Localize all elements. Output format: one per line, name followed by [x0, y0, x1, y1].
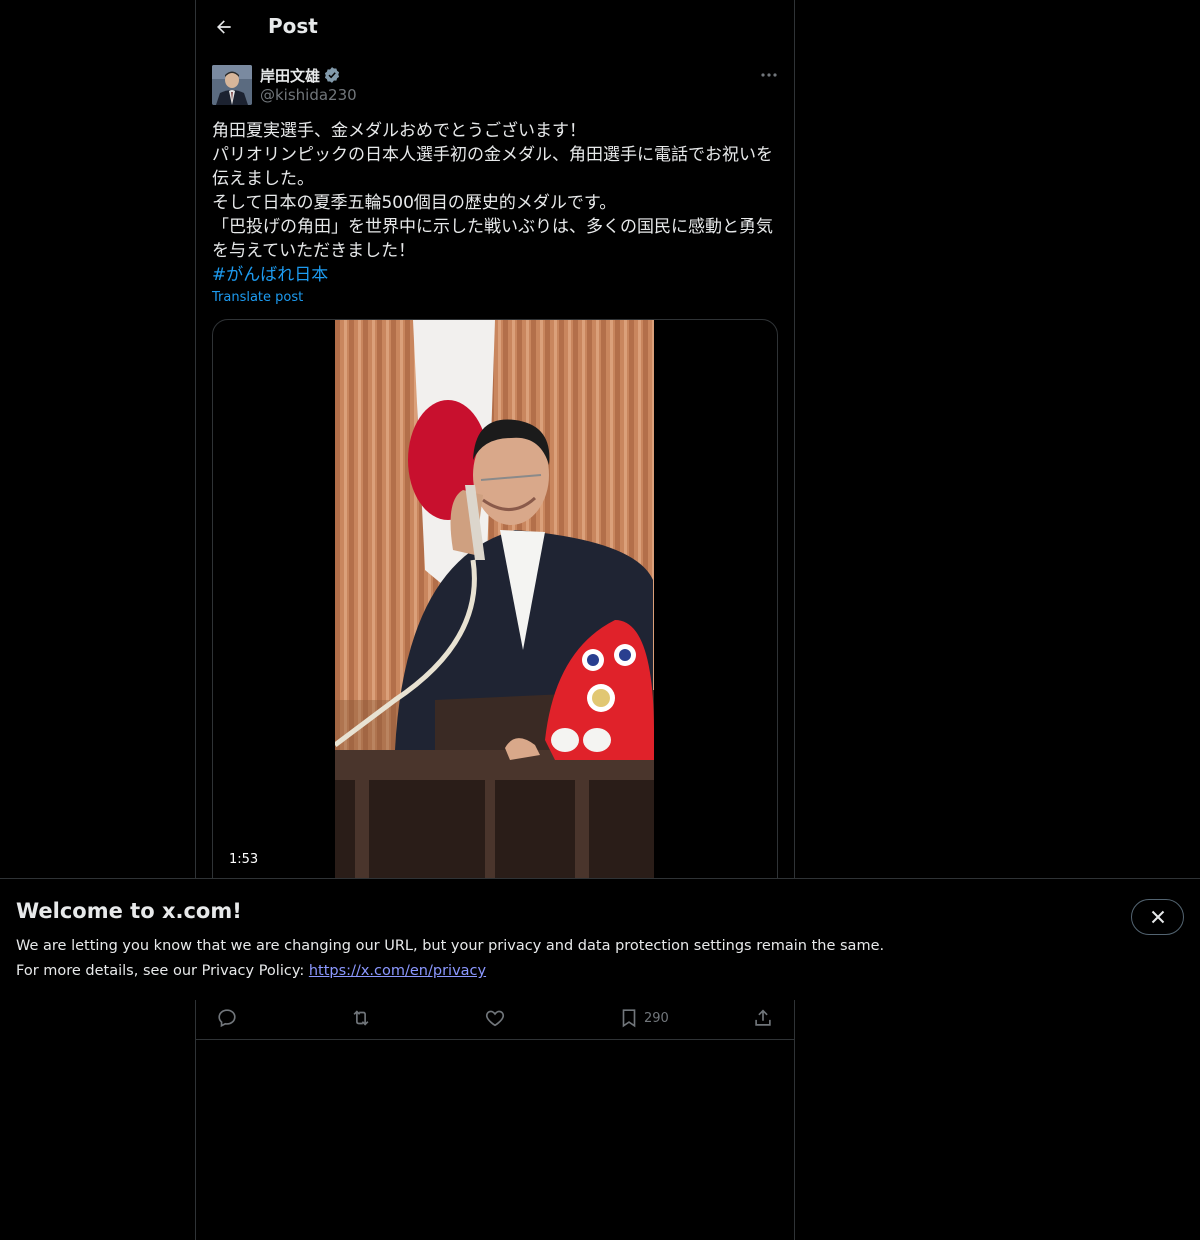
bookmark-count: 290 [644, 1010, 669, 1026]
main-column: Post 岸田文雄 @kishida230 角田夏実選手、金メダルおめでとうござ… [195, 0, 795, 1240]
back-arrow-icon [217, 20, 231, 34]
video-duration: 1:53 [221, 850, 267, 869]
tweet-text-line: を与えていただきました！ [212, 241, 416, 261]
tweet-text-line: パリオリンピックの日本人選手初の金メダル、角田選手に電話でお祝いを [212, 145, 773, 165]
banner-line-prefix: For more details, see our Privacy Policy… [16, 963, 309, 979]
reply-icon [218, 1009, 236, 1028]
tweet-text-line: そして日本の夏季五輪500個目の歴史的メダルです。 [212, 193, 617, 213]
page-title: Post [268, 14, 318, 38]
author-handle[interactable]: @kishida230 [260, 86, 357, 104]
avatar[interactable] [212, 65, 252, 105]
privacy-policy-link[interactable]: https://x.com/en/privacy [309, 963, 486, 979]
close-icon [1151, 910, 1164, 924]
bookmark-icon [622, 1009, 636, 1028]
close-banner-button[interactable] [1131, 899, 1184, 935]
heart-icon [485, 1010, 505, 1027]
author-name[interactable]: 岸田文雄 [260, 65, 320, 86]
video-frame [335, 320, 654, 898]
tweet-text-line: 「巴投げの角田」を世界中に示した戦いぶりは、多くの国民に感動と勇気 [212, 217, 773, 237]
banner-line: For more details, see our Privacy Policy… [16, 959, 1096, 984]
like-button[interactable] [484, 1002, 506, 1034]
repost-button[interactable] [350, 1002, 372, 1034]
divider [196, 1039, 794, 1040]
banner-title: Welcome to x.com! [16, 899, 242, 923]
share-button[interactable] [752, 1002, 774, 1034]
url-change-banner: Welcome to x.com! We are letting you kno… [0, 878, 1200, 1000]
banner-line: We are letting you know that we are chan… [16, 938, 885, 954]
tweet-actions: 290 [196, 998, 794, 1038]
hashtag-link[interactable]: #がんばれ日本 [212, 263, 782, 287]
verified-badge-icon [324, 67, 340, 83]
tweet-text: 角田夏実選手、金メダルおめでとうございます！ パリオリンピックの日本人選手初の金… [212, 119, 782, 287]
banner-message: We are letting you know that we are chan… [16, 934, 1096, 984]
video-player[interactable]: 1:53 [212, 319, 778, 899]
tweet-text-line: 伝えました。 [212, 169, 314, 189]
more-options-button[interactable] [754, 62, 784, 88]
bookmark-button[interactable]: 290 [618, 1002, 669, 1034]
share-icon [755, 1009, 771, 1026]
avatar-photo [212, 65, 252, 105]
tweet-text-line: 角田夏実選手、金メダルおめでとうございます！ [212, 121, 586, 141]
back-button[interactable] [204, 7, 244, 47]
reply-button[interactable] [216, 1002, 238, 1034]
repost-icon [353, 1010, 369, 1026]
more-dots-icon [761, 73, 777, 77]
translate-post-link[interactable]: Translate post [212, 290, 303, 305]
page-header: Post [196, 0, 794, 54]
